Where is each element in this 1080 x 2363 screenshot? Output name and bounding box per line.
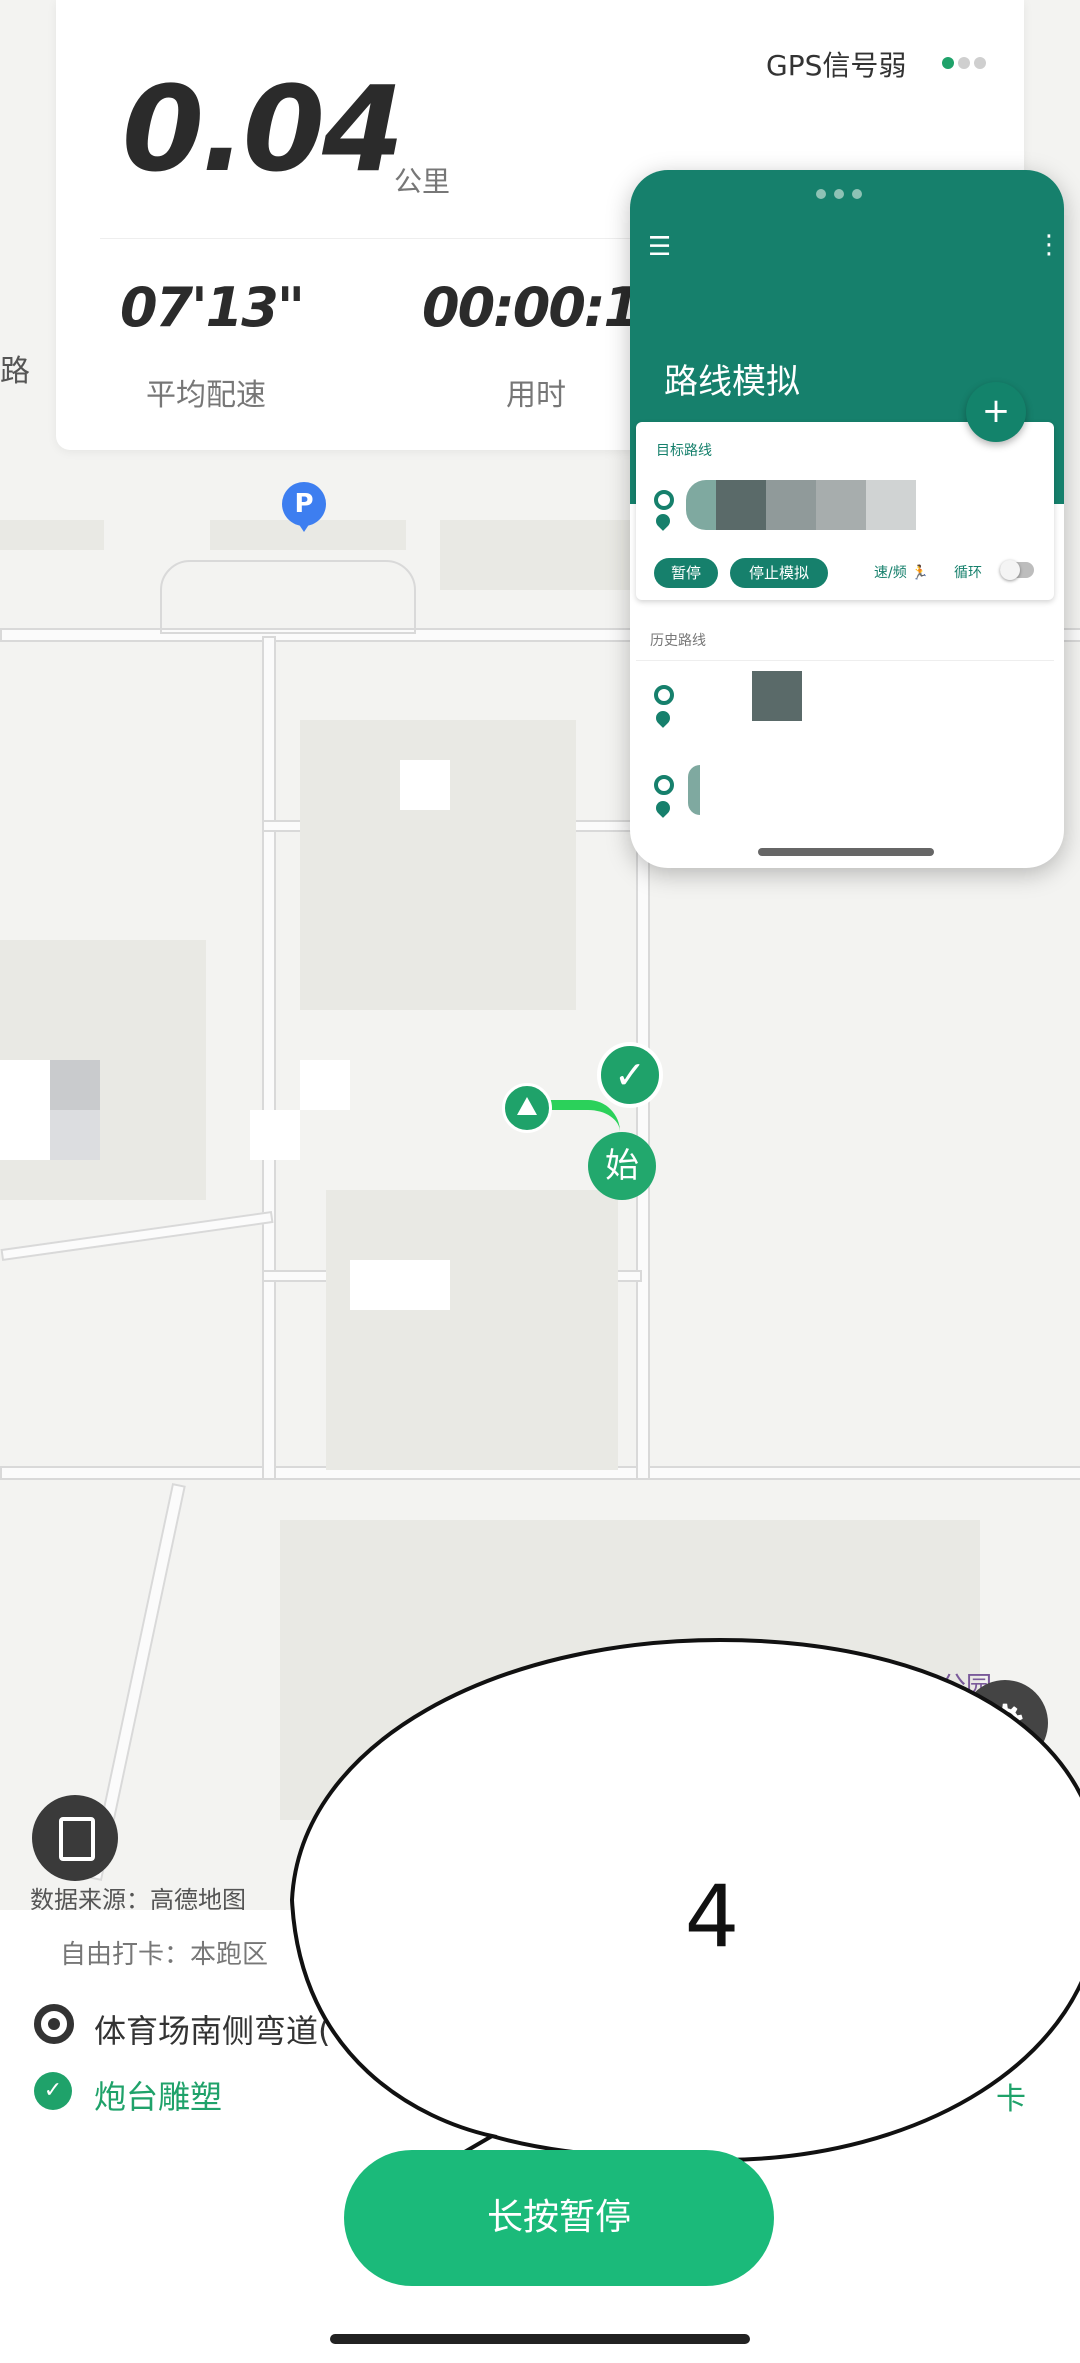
route-simulation-window[interactable]: ☰ ⋮ 路线模拟 + 目标路线 暂停 停止模拟 速/频 🏃 循环 历史路线 — [630, 170, 1064, 868]
hamburger-menu-icon[interactable]: ☰ — [648, 232, 671, 262]
start-point-icon — [654, 685, 674, 705]
end-point-icon — [653, 708, 673, 728]
blurred-route-name — [688, 765, 700, 815]
avg-pace-label: 平均配速 — [146, 378, 266, 413]
free-checkin-text: 自由打卡：本跑区 — [60, 1940, 269, 1970]
blurred-region — [50, 1110, 100, 1160]
map-road — [0, 1210, 274, 1262]
long-press-pause-button[interactable]: 长按暂停 — [344, 2150, 774, 2286]
home-indicator[interactable] — [330, 2334, 750, 2344]
distance-unit: 公里 — [394, 165, 451, 198]
checkpoint-item[interactable]: 体育场南侧弯道( — [94, 2006, 331, 2052]
checkpoint-item[interactable]: 炮台雕塑 — [94, 2072, 222, 2118]
map-building — [0, 520, 104, 550]
start-point-icon — [654, 490, 674, 510]
settings-gear-icon[interactable]: ⚙ — [962, 1680, 1048, 1766]
end-point-icon — [653, 511, 673, 531]
checkpoint-done-icon: ✓ — [34, 2072, 72, 2110]
blurred-region — [400, 760, 450, 810]
map-building — [326, 1190, 618, 1470]
window-resize-handle[interactable] — [758, 848, 934, 856]
map-road — [262, 636, 276, 1480]
stop-simulation-button[interactable]: 停止模拟 — [730, 558, 828, 588]
speed-setting[interactable]: 速/频 🏃 — [874, 562, 929, 582]
blurred-region — [0, 1060, 50, 1160]
pause-simulation-button[interactable]: 暂停 — [654, 558, 718, 588]
road-name-label: 路 — [0, 354, 30, 389]
blurred-region — [50, 1060, 100, 1110]
current-location-arrow-icon — [502, 1083, 552, 1133]
speed-label: 速/频 — [874, 565, 907, 581]
map-building — [280, 1520, 980, 1820]
start-point-icon — [654, 775, 674, 795]
runner-icon: 🏃 — [911, 565, 929, 581]
blurred-region — [350, 1260, 450, 1310]
checkin-status-text: 卡 — [996, 2082, 1026, 2117]
blurred-region — [250, 1110, 300, 1160]
checkpoint-check-icon[interactable]: ✓ — [597, 1042, 663, 1108]
distance-value: 0.04 — [122, 60, 404, 198]
loop-toggle[interactable] — [1000, 560, 1034, 580]
route-track — [540, 1100, 620, 1132]
checkpoint-target-icon — [34, 2004, 74, 2044]
target-route-label: 目标路线 — [656, 443, 712, 459]
blurred-route-name — [752, 671, 802, 721]
target-route-card: 目标路线 暂停 停止模拟 速/频 🏃 循环 — [636, 422, 1054, 600]
history-routes-label: 历史路线 — [650, 633, 706, 649]
avg-pace-value: 07'13" — [120, 276, 305, 339]
gps-signal-icon — [942, 54, 990, 73]
log-list-button[interactable] — [32, 1795, 118, 1881]
map-building — [440, 520, 630, 590]
start-marker[interactable]: 始 — [588, 1132, 656, 1200]
blurred-route-name — [816, 480, 866, 530]
blurred-route-name — [766, 480, 816, 530]
blurred-route-name — [866, 480, 916, 530]
parking-icon[interactable]: P — [282, 482, 326, 532]
history-route-list[interactable] — [636, 660, 1054, 837]
gps-status-text: GPS信号弱 — [766, 49, 907, 82]
end-point-icon — [653, 798, 673, 818]
window-title: 路线模拟 — [664, 362, 800, 402]
checkin-sheet — [0, 1910, 1080, 2363]
window-drag-handle[interactable] — [816, 184, 870, 203]
blurred-route-name — [716, 480, 766, 530]
add-route-button[interactable]: + — [966, 382, 1026, 442]
elapsed-time-label: 用时 — [506, 378, 566, 413]
blurred-region — [300, 1060, 350, 1110]
blurred-route-name — [686, 480, 716, 530]
more-vert-icon[interactable]: ⋮ — [1036, 230, 1062, 260]
loop-label: 循环 — [954, 565, 982, 581]
map-road — [160, 560, 416, 634]
